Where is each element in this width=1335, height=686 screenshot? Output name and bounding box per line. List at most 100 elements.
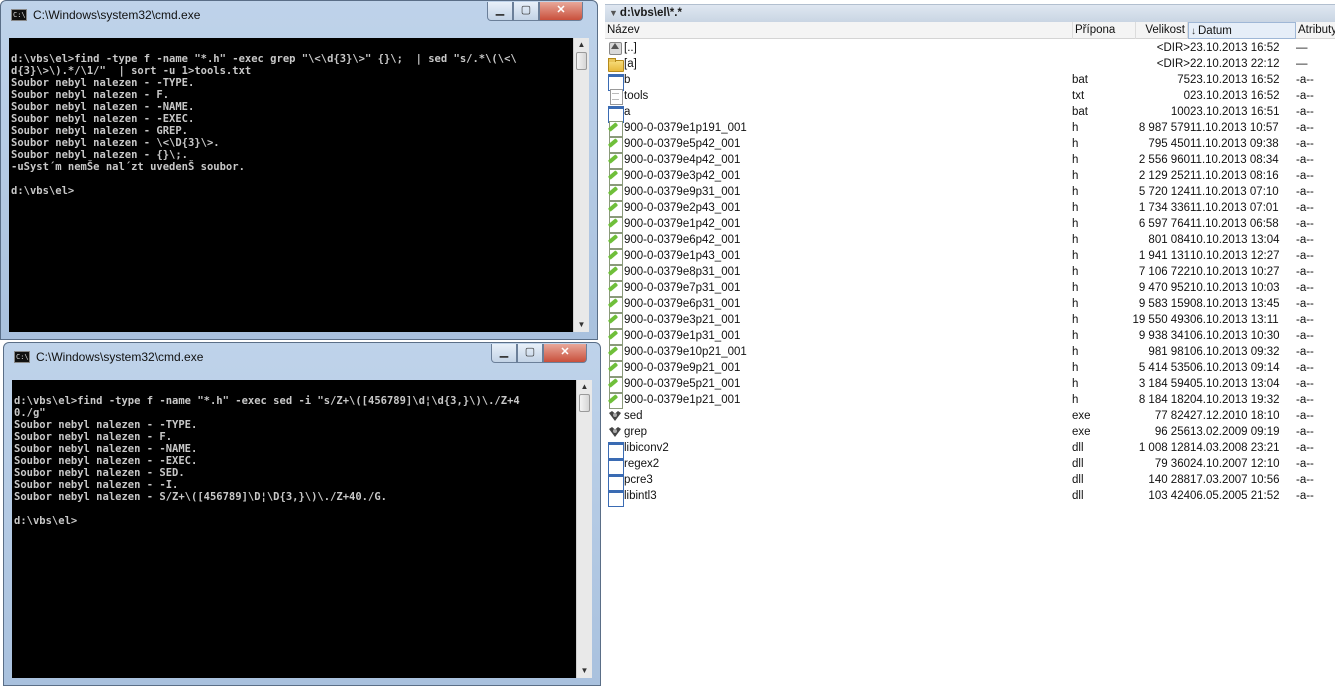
file-date: 24.10.2007 12:10: [1190, 458, 1280, 470]
file-name: libintl3: [624, 490, 657, 502]
file-row[interactable]: 900-0-0379e5p42_001 h 795 450 11.10.2013 09…: [605, 136, 1335, 153]
file-row[interactable]: 900-0-0379e7p31_001 h 9 470 952 10.10.2013 …: [605, 280, 1335, 297]
minimize-button[interactable]: ▁: [487, 2, 513, 21]
file-name: b: [624, 74, 631, 86]
file-attr: -a--: [1296, 330, 1314, 342]
file-name: a: [624, 106, 631, 118]
file-attr: -a--: [1296, 90, 1314, 102]
column-ext[interactable]: Přípona: [1073, 22, 1136, 39]
console-output[interactable]: d:\vbs\el>find -type f -name "*.h" -exec…: [12, 380, 576, 678]
window-icon: [607, 457, 624, 475]
vertical-scrollbar[interactable]: ▲ ▼: [573, 38, 589, 332]
file-name: 900-0-0379e9p21_001: [624, 362, 741, 374]
vertical-scrollbar[interactable]: ▲ ▼: [576, 380, 592, 678]
column-date[interactable]: ↓ Datum: [1188, 22, 1296, 39]
file-attr: -a--: [1296, 282, 1314, 294]
window-title: C:\Windows\system32\cmd.exe: [33, 8, 201, 22]
file-row[interactable]: 900-0-0379e3p42_001 h 2 129 252 11.10.2013 …: [605, 168, 1335, 185]
file-ext: h: [1072, 362, 1079, 374]
column-size[interactable]: Velikost: [1136, 22, 1188, 39]
file-row[interactable]: [..] <DIR> 23.10.2013 16:52 —: [605, 40, 1335, 56]
file-row[interactable]: 900-0-0379e9p31_001 h 5 720 124 11.10.2013 …: [605, 184, 1335, 201]
file-date: 11.10.2013 09:38: [1190, 138, 1279, 150]
file-name: 900-0-0379e6p31_001: [624, 298, 741, 310]
file-row[interactable]: 900-0-0379e6p31_001 h 9 583 159 08.10.2013 …: [605, 296, 1335, 313]
maximize-button[interactable]: ▢: [517, 344, 543, 363]
scroll-up-arrow-icon[interactable]: ▲: [574, 38, 589, 52]
file-attr: -a--: [1296, 458, 1314, 470]
file-row[interactable]: 900-0-0379e8p31_001 h 7 106 722 10.10.2013 …: [605, 264, 1335, 281]
file-row[interactable]: 900-0-0379e1p21_001 h 8 184 182 04.10.2013 …: [605, 392, 1335, 409]
path-bar[interactable]: ▼ d:\vbs\el\*.*: [605, 4, 1335, 22]
scroll-up-arrow-icon[interactable]: ▲: [577, 380, 592, 394]
close-button[interactable]: ✕: [539, 2, 583, 21]
file-panel[interactable]: ▼ d:\vbs\el\*.* Název Přípona Velikost ↓ D…: [605, 0, 1335, 686]
scroll-down-arrow-icon[interactable]: ▼: [577, 664, 592, 678]
file-row[interactable]: 900-0-0379e2p43_001 h 1 734 336 11.10.2013 …: [605, 200, 1335, 217]
file-row[interactable]: regex2 dll 79 360 24.10.2007 12:10 -a--: [605, 456, 1335, 475]
file-ext: h: [1072, 394, 1079, 406]
file-row[interactable]: libintl3 dll 103 424 06.05.2005 21:52 -a--: [605, 488, 1335, 507]
file-attr: -a--: [1296, 122, 1314, 134]
file-row[interactable]: libiconv2 dll 1 008 128 14.03.2008 23:21 -a-…: [605, 440, 1335, 459]
maximize-button[interactable]: ▢: [513, 2, 539, 21]
scroll-thumb[interactable]: [576, 52, 587, 70]
file-row[interactable]: grep exe 96 256 13.02.2009 09:19 -a--: [605, 424, 1335, 440]
column-name[interactable]: Název: [605, 22, 1073, 39]
file-ext: h: [1072, 346, 1079, 358]
file-row[interactable]: 900-0-0379e9p21_001 h 5 414 535 06.10.2013 …: [605, 360, 1335, 377]
file-row[interactable]: a bat 100 23.10.2013 16:51 -a--: [605, 104, 1335, 123]
cmd-window-bottom[interactable]: C:\ C:\Windows\system32\cmd.exe ▁ ▢ ✕ d:…: [3, 342, 601, 686]
file-list[interactable]: [..] <DIR> 23.10.2013 16:52— [a] <DIR> 22.10.…: [605, 40, 1335, 507]
close-button[interactable]: ✕: [543, 344, 587, 363]
console-line: Soubor nebyl nalezen - -NAME.: [14, 443, 198, 455]
file-row[interactable]: 900-0-0379e6p42_001 h 801 084 10.10.2013 13…: [605, 232, 1335, 249]
cmd-title-bar[interactable]: C:\ C:\Windows\system32\cmd.exe ▁ ▢ ✕: [1, 1, 597, 29]
minimize-button[interactable]: ▁: [491, 344, 517, 363]
header-file-icon: [607, 313, 623, 329]
file-name: 900-0-0379e1p191_001: [624, 122, 747, 134]
path-dropdown-icon[interactable]: ▼: [609, 8, 618, 18]
file-attr: -a--: [1296, 186, 1314, 198]
file-name: 900-0-0379e5p42_001: [624, 138, 741, 150]
file-name: [a]: [624, 58, 637, 70]
file-row[interactable]: tools txt 0 23.10.2013 16:52 -a--: [605, 88, 1335, 105]
file-size: 77 824: [1154, 410, 1190, 422]
file-row[interactable]: 900-0-0379e4p42_001 h 2 556 960 11.10.2013 …: [605, 152, 1335, 169]
console-line: Soubor nebyl nalezen - \<\D{3}\>.: [11, 137, 220, 149]
console-output[interactable]: d:\vbs\el>find -type f -name "*.h" -exec…: [9, 38, 573, 332]
column-attr[interactable]: Atributy: [1296, 22, 1335, 39]
console-line: d:\vbs\el>: [11, 185, 75, 197]
file-ext: h: [1072, 202, 1079, 214]
file-size: 6 597 764: [1138, 218, 1190, 230]
file-attr: -a--: [1296, 474, 1314, 486]
header-file-icon: [607, 121, 623, 137]
file-row[interactable]: 900-0-0379e1p191_001 h 8 987 579 11.10.2013…: [605, 120, 1335, 137]
file-attr: —: [1296, 58, 1308, 70]
window-icon: [607, 473, 624, 491]
file-row[interactable]: 900-0-0379e5p21_001 h 3 184 594 05.10.2013 …: [605, 376, 1335, 393]
cmd-window-top[interactable]: C:\ C:\Windows\system32\cmd.exe ▁ ▢ ✕ d:…: [0, 0, 598, 340]
file-row[interactable]: 900-0-0379e1p43_001 h 1 941 131 10.10.2013 …: [605, 248, 1335, 265]
file-attr: -a--: [1296, 298, 1314, 310]
file-ext: h: [1072, 186, 1079, 198]
file-size: 801 084: [1148, 234, 1190, 246]
file-row[interactable]: pcre3 dll 140 288 17.03.2007 10:56 -a--: [605, 472, 1335, 491]
file-row[interactable]: sed exe 77 824 27.12.2010 18:10 -a--: [605, 408, 1335, 424]
console-line: Soubor nebyl nalezen - -TYPE.: [11, 77, 195, 89]
file-row[interactable]: 900-0-0379e3p21_001 h 19 550 493 06.10.2013…: [605, 312, 1335, 329]
file-size: 795 450: [1148, 138, 1190, 150]
cmd-title-bar[interactable]: C:\ C:\Windows\system32\cmd.exe ▁ ▢ ✕: [4, 343, 600, 371]
file-name: 900-0-0379e1p43_001: [624, 250, 741, 262]
scroll-thumb[interactable]: [579, 394, 590, 412]
file-row[interactable]: 900-0-0379e1p42_001 h 6 597 764 11.10.2013 …: [605, 216, 1335, 233]
file-row[interactable]: 900-0-0379e10p21_001 h 981 981 06.10.2013 0…: [605, 344, 1335, 361]
column-date-label: Datum: [1198, 25, 1232, 37]
file-attr: -a--: [1296, 106, 1314, 118]
file-size: <DIR>: [1156, 58, 1190, 70]
scroll-down-arrow-icon[interactable]: ▼: [574, 318, 589, 332]
file-row[interactable]: [a] <DIR> 22.10.2013 22:12 —: [605, 56, 1335, 72]
file-row[interactable]: b bat 75 23.10.2013 16:52 -a--: [605, 72, 1335, 91]
file-ext: h: [1072, 122, 1079, 134]
file-row[interactable]: 900-0-0379e1p31_001 h 9 938 341 06.10.2013 …: [605, 328, 1335, 345]
